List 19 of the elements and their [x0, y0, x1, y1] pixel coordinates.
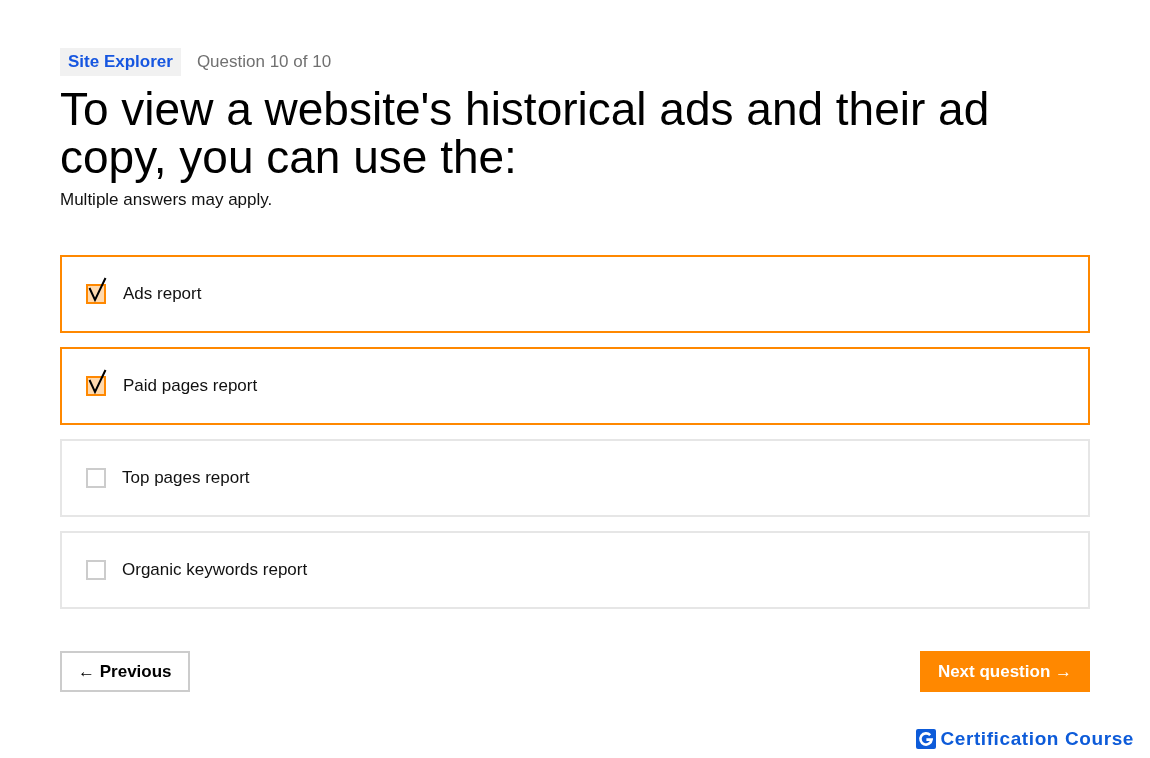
category-tag: Site Explorer [60, 48, 181, 76]
brand-name: Certification Course [940, 728, 1134, 750]
checkbox[interactable] [86, 277, 107, 304]
checkbox[interactable] [86, 560, 106, 580]
answer-option[interactable]: Paid pages report [60, 347, 1090, 425]
checkbox[interactable] [86, 468, 106, 488]
logo-icon [916, 729, 937, 749]
instruction-text: Multiple answers may apply. [60, 189, 274, 211]
answer-option[interactable]: Ads report [60, 255, 1090, 333]
question-counter: Question 10 of 10 [196, 51, 332, 73]
answer-option[interactable]: Top pages report [60, 439, 1090, 517]
checkbox[interactable] [86, 369, 107, 396]
option-label: Ads report [123, 283, 202, 305]
option-label: Top pages report [122, 467, 250, 489]
option-label: Organic keywords report [122, 559, 308, 581]
answer-option[interactable]: Organic keywords report [60, 531, 1090, 609]
option-label: Paid pages report [123, 375, 258, 397]
previous-button[interactable]: ← Previous [60, 651, 190, 692]
question-heading: To view a website's historical ads and their ad copy, you can use the: [60, 85, 991, 181]
